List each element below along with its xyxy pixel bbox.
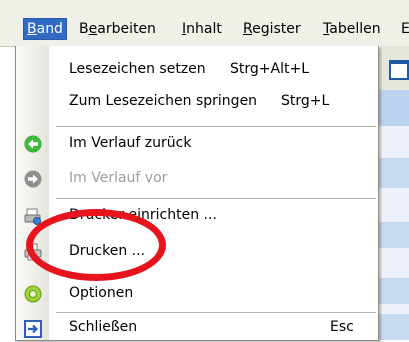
menu-bearbeiten-accel: e xyxy=(88,21,98,37)
menu-item-label: Im Verlauf zurück xyxy=(69,135,192,151)
menu-item-label: Schließen xyxy=(69,319,138,335)
menu-bearbeiten-pre: B xyxy=(79,21,89,37)
menu-item-label: Zum Lesezeichen springen xyxy=(69,93,258,109)
menu-item-verlauf-vor[interactable]: Im Verlauf vor xyxy=(16,165,378,193)
menu-tabellen-rest: abellen xyxy=(329,21,381,37)
header-strip xyxy=(377,90,409,126)
background-window xyxy=(377,46,409,340)
row-strip xyxy=(377,278,409,304)
annotation-circle xyxy=(26,209,166,281)
menu-item-verlauf-zurueck[interactable]: Im Verlauf zurück xyxy=(16,130,378,158)
menu-item-label: Lesezeichen setzen xyxy=(69,61,206,77)
menu-inhalt-rest: nhalt xyxy=(186,21,222,37)
menu-item-label: Im Verlauf vor xyxy=(69,170,168,186)
row-strip xyxy=(377,158,409,188)
menu-band-rest: and xyxy=(36,21,63,37)
exit-icon xyxy=(24,320,42,338)
menu-separator xyxy=(56,312,376,313)
menu-item-shortcut: Esc xyxy=(330,319,354,335)
menu-register[interactable]: Register xyxy=(240,19,304,39)
menu-register-accel: R xyxy=(243,21,253,37)
row-strip xyxy=(377,222,409,248)
menu-bearbeiten-rest: arbeiten xyxy=(97,21,156,37)
menu-register-rest: egister xyxy=(252,21,301,37)
menu-item-label: Optionen xyxy=(69,285,134,301)
menu-separator xyxy=(56,198,376,199)
band-dropdown-menu: Lesezeichen setzen Strg+Alt+L Zum Leseze… xyxy=(15,46,379,341)
menu-band[interactable]: Band xyxy=(23,18,67,40)
menu-item-optionen[interactable]: Optionen xyxy=(16,280,378,308)
window-icon[interactable] xyxy=(389,60,409,80)
menu-bar: Band Bearbeiten Inhalt Register Tabellen… xyxy=(0,0,409,47)
menu-inhalt[interactable]: Inhalt xyxy=(179,19,225,39)
row-strip xyxy=(377,314,409,340)
menu-bearbeiten[interactable]: Bearbeiten xyxy=(76,19,159,39)
menu-extra[interactable]: E xyxy=(398,19,409,39)
options-icon xyxy=(24,285,42,303)
menu-tabellen[interactable]: Tabellen xyxy=(320,19,384,39)
menu-item-lesezeichen-setzen[interactable]: Lesezeichen setzen Strg+Alt+L xyxy=(16,56,378,84)
menu-item-schliessen[interactable]: Schließen Esc xyxy=(16,314,378,342)
menu-band-accel: B xyxy=(27,21,37,37)
menu-separator xyxy=(56,126,376,127)
menu-item-shortcut: Strg+L xyxy=(281,93,330,109)
back-arrow-icon xyxy=(24,135,42,153)
forward-arrow-icon xyxy=(24,170,42,188)
menu-item-shortcut: Strg+Alt+L xyxy=(230,61,309,77)
menu-item-zum-lesezeichen-springen[interactable]: Zum Lesezeichen springen Strg+L xyxy=(16,88,378,116)
